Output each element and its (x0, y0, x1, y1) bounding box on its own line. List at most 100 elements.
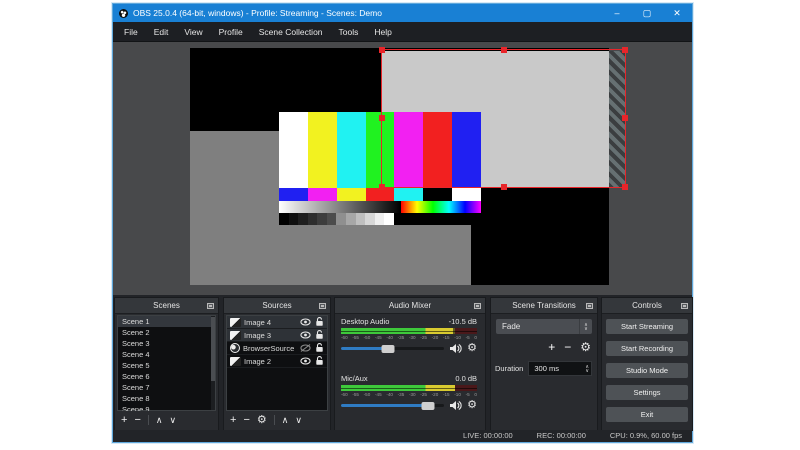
visibility-eye-icon[interactable] (300, 357, 311, 365)
combo-arrows-icon[interactable]: ∧∨ (579, 319, 592, 334)
selection-handle-bottom-center[interactable] (501, 184, 507, 190)
selection-handle-top-left[interactable] (379, 47, 385, 53)
remove-transition-button[interactable]: − (564, 340, 571, 354)
settings-button[interactable]: Settings (606, 385, 688, 400)
menu-tools[interactable]: Tools (331, 22, 367, 41)
selection-rectangle[interactable] (381, 49, 626, 188)
selection-handle-mid-right[interactable] (622, 115, 628, 121)
volume-slider[interactable] (341, 404, 444, 407)
scene-up-button[interactable]: ∧ (156, 416, 163, 425)
duration-spinbox[interactable]: 300 ms ∧∨ (528, 361, 592, 376)
menu-edit[interactable]: Edit (146, 22, 177, 41)
scenes-scrollbar[interactable] (211, 316, 215, 410)
image-source-icon (230, 331, 241, 340)
visibility-eye-icon[interactable] (300, 318, 311, 326)
menu-profile[interactable]: Profile (211, 22, 251, 41)
lock-icon[interactable] (315, 343, 324, 353)
browser-source-globe-icon (230, 343, 240, 353)
remove-source-button[interactable]: − (243, 415, 249, 426)
menu-help[interactable]: Help (366, 22, 399, 41)
channel-db-value: 0.0 dB (455, 374, 477, 383)
scene-down-button[interactable]: ∨ (169, 416, 176, 425)
selection-handle-top-right[interactable] (622, 47, 628, 53)
scene-list-item[interactable]: Scene 2 (118, 327, 215, 338)
controls-dock: Controls Start Streaming Start Recording… (601, 297, 693, 431)
preview-area[interactable] (113, 41, 692, 295)
remove-scene-button[interactable]: − (134, 415, 140, 426)
channel-name: Desktop Audio (341, 317, 389, 326)
scene-list-item[interactable]: Scene 6 (118, 371, 215, 382)
dock-float-icon[interactable] (586, 303, 593, 309)
selection-handle-bottom-right[interactable] (622, 184, 628, 190)
source-row[interactable]: Image 4 (227, 316, 327, 329)
audio-mixer-title: Audio Mixer (389, 301, 431, 310)
title-bar[interactable]: OBS 25.0.4 (64-bit, windows) - Profile: … (113, 4, 692, 22)
menu-file[interactable]: File (116, 22, 146, 41)
scene-list-item[interactable]: Scene 1 (118, 316, 215, 327)
scene-list-item[interactable]: Scene 3 (118, 338, 215, 349)
scene-list-item[interactable]: Scene 4 (118, 349, 215, 360)
scene-list-item[interactable]: Scene 5 (118, 360, 215, 371)
dock-float-icon[interactable] (319, 303, 326, 309)
speaker-icon[interactable] (449, 343, 462, 354)
lock-icon[interactable] (315, 330, 324, 340)
minimize-button[interactable]: – (602, 4, 632, 22)
visibility-eye-off-icon[interactable] (300, 344, 311, 352)
transition-buttons: + − ⚙ (548, 340, 591, 354)
scenes-list[interactable]: Scene 1 Scene 2 Scene 3 Scene 4 Scene 5 … (117, 315, 216, 411)
scene-list-item[interactable]: Scene 8 (118, 393, 215, 404)
transition-properties-gear-icon[interactable]: ⚙ (580, 341, 591, 353)
scene-transitions-dock: Scene Transitions Fade ∧∨ + − ⚙ Duration… (490, 297, 598, 431)
volume-slider-handle[interactable] (382, 345, 395, 353)
duration-label: Duration (495, 364, 523, 373)
spinbox-arrows-icon[interactable]: ∧∨ (585, 362, 589, 375)
transition-select[interactable]: Fade ∧∨ (496, 319, 592, 334)
channel-name: Mic/Aux (341, 374, 368, 383)
source-row[interactable]: BrowserSource (227, 342, 327, 355)
scene-list-item[interactable]: Scene 7 (118, 382, 215, 393)
meter-tick-labels: -60-55 -50-45 -40-35 -30-25 -20-15 -10-5… (341, 335, 477, 340)
maximize-button[interactable]: ▢ (632, 4, 662, 22)
menu-view[interactable]: View (176, 22, 210, 41)
exit-button[interactable]: Exit (606, 407, 688, 422)
lock-icon[interactable] (315, 317, 324, 327)
colorbars-step-wedge (279, 213, 481, 225)
scenes-toolbar: + − ∧ ∨ (117, 411, 216, 429)
volume-slider-handle[interactable] (421, 402, 434, 410)
volume-slider[interactable] (341, 347, 444, 350)
source-down-button[interactable]: ∨ (295, 416, 302, 425)
sources-list[interactable]: Image 4 Image 3 (226, 315, 328, 411)
add-source-button[interactable]: + (230, 415, 236, 426)
add-transition-button[interactable]: + (548, 340, 555, 354)
cpu-fps: CPU: 0.9%, 60.00 fps (610, 431, 682, 440)
channel-settings-gear-icon[interactable]: ⚙ (467, 400, 477, 411)
source-row[interactable]: Image 3 (227, 329, 327, 342)
dock-float-icon[interactable] (474, 303, 481, 309)
dock-float-icon[interactable] (681, 303, 688, 309)
image-source-icon (230, 357, 241, 366)
selection-handle-bottom-left[interactable] (379, 184, 385, 190)
menu-scene-collection[interactable]: Scene Collection (251, 22, 331, 41)
source-row[interactable]: Image 2 (227, 355, 327, 368)
window-title: OBS 25.0.4 (64-bit, windows) - Profile: … (133, 8, 382, 18)
source-name: BrowserSource (243, 344, 300, 353)
close-button[interactable]: ✕ (662, 4, 692, 22)
visibility-eye-icon[interactable] (300, 331, 311, 339)
selection-handle-top-center[interactable] (501, 47, 507, 53)
colorbars-gradients (279, 201, 481, 213)
controls-title: Controls (632, 301, 662, 310)
channel-settings-gear-icon[interactable]: ⚙ (467, 343, 477, 354)
source-properties-gear-icon[interactable]: ⚙ (257, 415, 267, 426)
rec-time: REC: 00:00:00 (537, 431, 586, 440)
dock-float-icon[interactable] (207, 303, 214, 309)
add-scene-button[interactable]: + (121, 415, 127, 426)
studio-mode-button[interactable]: Studio Mode (606, 363, 688, 378)
scenes-dock: Scenes Scene 1 Scene 2 Scene 3 Scene 4 S… (114, 297, 219, 431)
lock-icon[interactable] (315, 356, 324, 366)
toolbar-divider (274, 415, 275, 425)
source-up-button[interactable]: ∧ (282, 416, 289, 425)
start-recording-button[interactable]: Start Recording (606, 341, 688, 356)
speaker-icon[interactable] (449, 400, 462, 411)
selection-handle-mid-left[interactable] (379, 115, 385, 121)
start-streaming-button[interactable]: Start Streaming (606, 319, 688, 334)
